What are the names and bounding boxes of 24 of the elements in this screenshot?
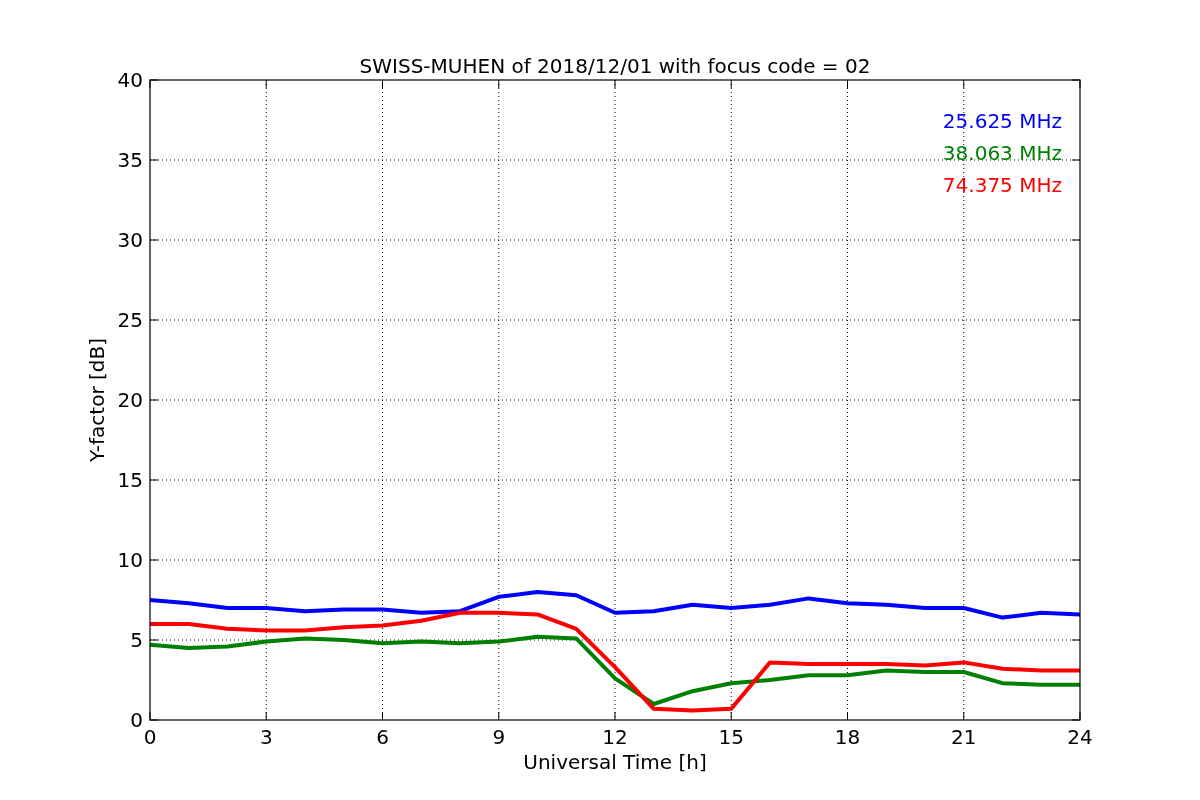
x-tick-label: 24 [1067,725,1093,749]
y-tick-label: 30 [117,228,143,252]
legend-label: 25.625 MHz [942,109,1062,133]
y-tick-label: 0 [130,708,143,732]
x-tick-label: 6 [376,725,389,749]
x-tick-label: 12 [602,725,628,749]
y-axis-label: Y-factor [dB] [85,338,109,462]
x-tick-label: 9 [492,725,506,749]
y-tick-label: 40 [117,68,143,92]
y-tick-label: 5 [130,628,143,652]
x-tick-label: 15 [718,725,744,749]
y-tick-label: 20 [117,388,143,412]
y-tick-label: 35 [117,148,143,172]
legend-label: 38.063 MHz [942,141,1062,165]
x-axis-label: Universal Time [h] [523,750,707,774]
x-tick-label: 0 [143,725,157,749]
legend-label: 74.375 MHz [942,173,1062,197]
y-tick-label: 25 [117,308,143,332]
y-tick-label: 10 [117,548,143,572]
x-tick-label: 3 [259,725,273,749]
chart-title: SWISS-MUHEN of 2018/12/01 with focus code = 02 [359,54,871,78]
x-tick-label: 21 [951,725,977,749]
x-tick-label: 18 [834,725,861,749]
y-tick-label: 15 [117,468,143,492]
